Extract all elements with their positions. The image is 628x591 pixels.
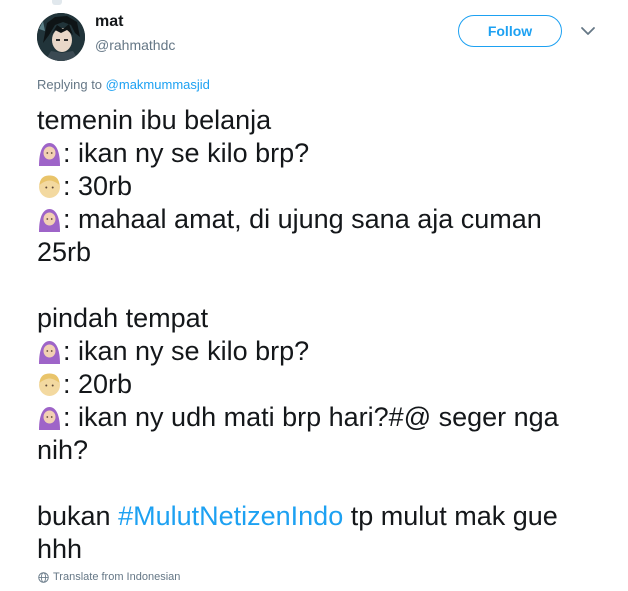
tweet-line: : ikan ny udh mati brp hari?#@ seger nga — [37, 401, 597, 434]
translate-label[interactable]: Translate from Indonesian — [53, 571, 180, 583]
display-name[interactable]: mat — [95, 13, 123, 31]
tweet-line: nih? — [37, 435, 89, 465]
avatar[interactable] — [37, 13, 85, 61]
tweet-line: pindah tempat — [37, 303, 209, 333]
reply-prefix: Replying to — [37, 77, 103, 92]
tweet-line: : 30rb — [37, 170, 597, 203]
hashtag-link[interactable]: #MulutNetizenIndo — [118, 501, 343, 531]
tweet-line: : 20rb — [37, 368, 597, 401]
tweet-line: : ikan ny se kilo brp? — [37, 335, 597, 368]
woman-with-headscarf-emoji — [39, 143, 60, 166]
follow-button[interactable]: Follow — [458, 15, 562, 47]
chevron-down-icon[interactable] — [580, 25, 596, 37]
tweet-line: hhh — [37, 534, 83, 564]
blond-person-emoji — [39, 175, 60, 198]
thread-connector — [52, 0, 62, 5]
tweet-line: bukan #MulutNetizenIndo tp mulut mak gue — [37, 501, 558, 531]
tweet-line: temenin ibu belanja — [37, 105, 272, 135]
avatar-anime-portrait-icon — [37, 13, 85, 61]
woman-with-headscarf-emoji — [39, 209, 60, 232]
tweet-line: : ikan ny se kilo brp? — [37, 137, 597, 170]
globe-icon — [38, 571, 49, 583]
tweet-line: : mahaal amat, di ujung sana aja cuman — [37, 203, 597, 236]
woman-with-headscarf-emoji — [39, 407, 60, 430]
tweet-text: temenin ibu belanja : ikan ny se kilo br… — [37, 104, 597, 566]
screen-name[interactable]: @rahmathdc — [95, 37, 175, 53]
reply-mention-link[interactable]: @makmummasjid — [106, 77, 210, 92]
woman-with-headscarf-emoji — [39, 341, 60, 364]
tweet-line: 25rb — [37, 237, 92, 267]
blond-person-emoji — [39, 373, 60, 396]
translate-link[interactable]: Translate from Indonesian — [38, 571, 180, 583]
reply-context: Replying to @makmummasjid — [37, 77, 210, 92]
